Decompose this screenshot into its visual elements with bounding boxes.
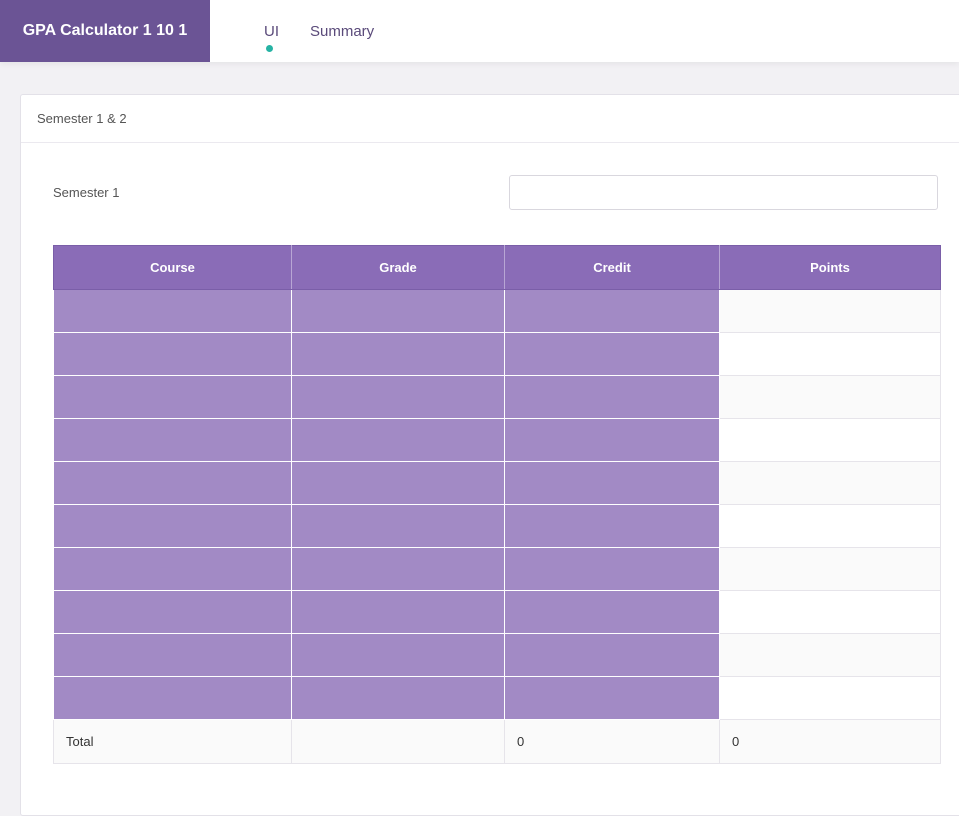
- course-cell[interactable]: [53, 590, 292, 634]
- course-cell[interactable]: [53, 418, 292, 462]
- card-title: Semester 1 & 2: [21, 95, 959, 143]
- credit-cell[interactable]: [504, 289, 720, 333]
- grade-cell[interactable]: [291, 547, 505, 591]
- top-navigation-bar: GPA Calculator 1 10 1 UI Summary: [0, 0, 959, 62]
- course-cell[interactable]: [53, 289, 292, 333]
- course-cell[interactable]: [53, 547, 292, 591]
- grade-cell[interactable]: [291, 332, 505, 376]
- tab-summary[interactable]: Summary: [310, 0, 374, 62]
- table-row: [53, 547, 941, 591]
- table-row: [53, 633, 941, 677]
- grade-cell[interactable]: [291, 375, 505, 419]
- table-row: [53, 504, 941, 548]
- credit-cell[interactable]: [504, 375, 720, 419]
- grade-cell[interactable]: [291, 676, 505, 720]
- credit-cell[interactable]: [504, 676, 720, 720]
- points-cell: [719, 547, 941, 591]
- points-cell: [719, 504, 941, 548]
- course-cell[interactable]: [53, 375, 292, 419]
- tab-ui[interactable]: UI: [264, 0, 279, 62]
- table-row: [53, 418, 941, 462]
- credit-cell[interactable]: [504, 547, 720, 591]
- semester-label: Semester 1: [53, 185, 120, 200]
- credit-cell[interactable]: [504, 590, 720, 634]
- active-tab-indicator: [266, 45, 273, 52]
- grade-cell[interactable]: [291, 418, 505, 462]
- course-cell[interactable]: [53, 676, 292, 720]
- grade-cell[interactable]: [291, 590, 505, 634]
- credit-cell[interactable]: [504, 461, 720, 505]
- table-header-row: Course Grade Credit Points: [53, 245, 941, 290]
- grade-cell[interactable]: [291, 289, 505, 333]
- total-label: Total: [53, 719, 292, 764]
- points-cell: [719, 461, 941, 505]
- course-cell[interactable]: [53, 504, 292, 548]
- credit-cell[interactable]: [504, 504, 720, 548]
- semester-card: Semester 1 & 2 Semester 1 Course Grade C…: [20, 94, 959, 816]
- total-row: Total 0 0: [53, 719, 941, 764]
- course-cell[interactable]: [53, 461, 292, 505]
- column-header-course: Course: [53, 245, 292, 290]
- grade-cell[interactable]: [291, 504, 505, 548]
- app-title: GPA Calculator 1 10 1: [0, 0, 210, 62]
- points-cell: [719, 590, 941, 634]
- table-row: [53, 461, 941, 505]
- course-cell[interactable]: [53, 332, 292, 376]
- points-cell: [719, 418, 941, 462]
- points-cell: [719, 289, 941, 333]
- points-cell: [719, 676, 941, 720]
- table-row: [53, 676, 941, 720]
- table-row: [53, 375, 941, 419]
- credit-cell[interactable]: [504, 633, 720, 677]
- grades-table: Course Grade Credit Points Total 0 0: [53, 245, 941, 764]
- total-grade: [291, 719, 505, 764]
- points-cell: [719, 375, 941, 419]
- semester-name-input[interactable]: [509, 175, 938, 210]
- total-points: 0: [719, 719, 941, 764]
- grade-cell[interactable]: [291, 461, 505, 505]
- column-header-points: Points: [719, 245, 941, 290]
- total-credit: 0: [504, 719, 720, 764]
- column-header-credit: Credit: [504, 245, 720, 290]
- credit-cell[interactable]: [504, 332, 720, 376]
- table-row: [53, 590, 941, 634]
- grade-cell[interactable]: [291, 633, 505, 677]
- credit-cell[interactable]: [504, 418, 720, 462]
- table-row: [53, 289, 941, 333]
- points-cell: [719, 633, 941, 677]
- table-row: [53, 332, 941, 376]
- column-header-grade: Grade: [291, 245, 505, 290]
- course-cell[interactable]: [53, 633, 292, 677]
- points-cell: [719, 332, 941, 376]
